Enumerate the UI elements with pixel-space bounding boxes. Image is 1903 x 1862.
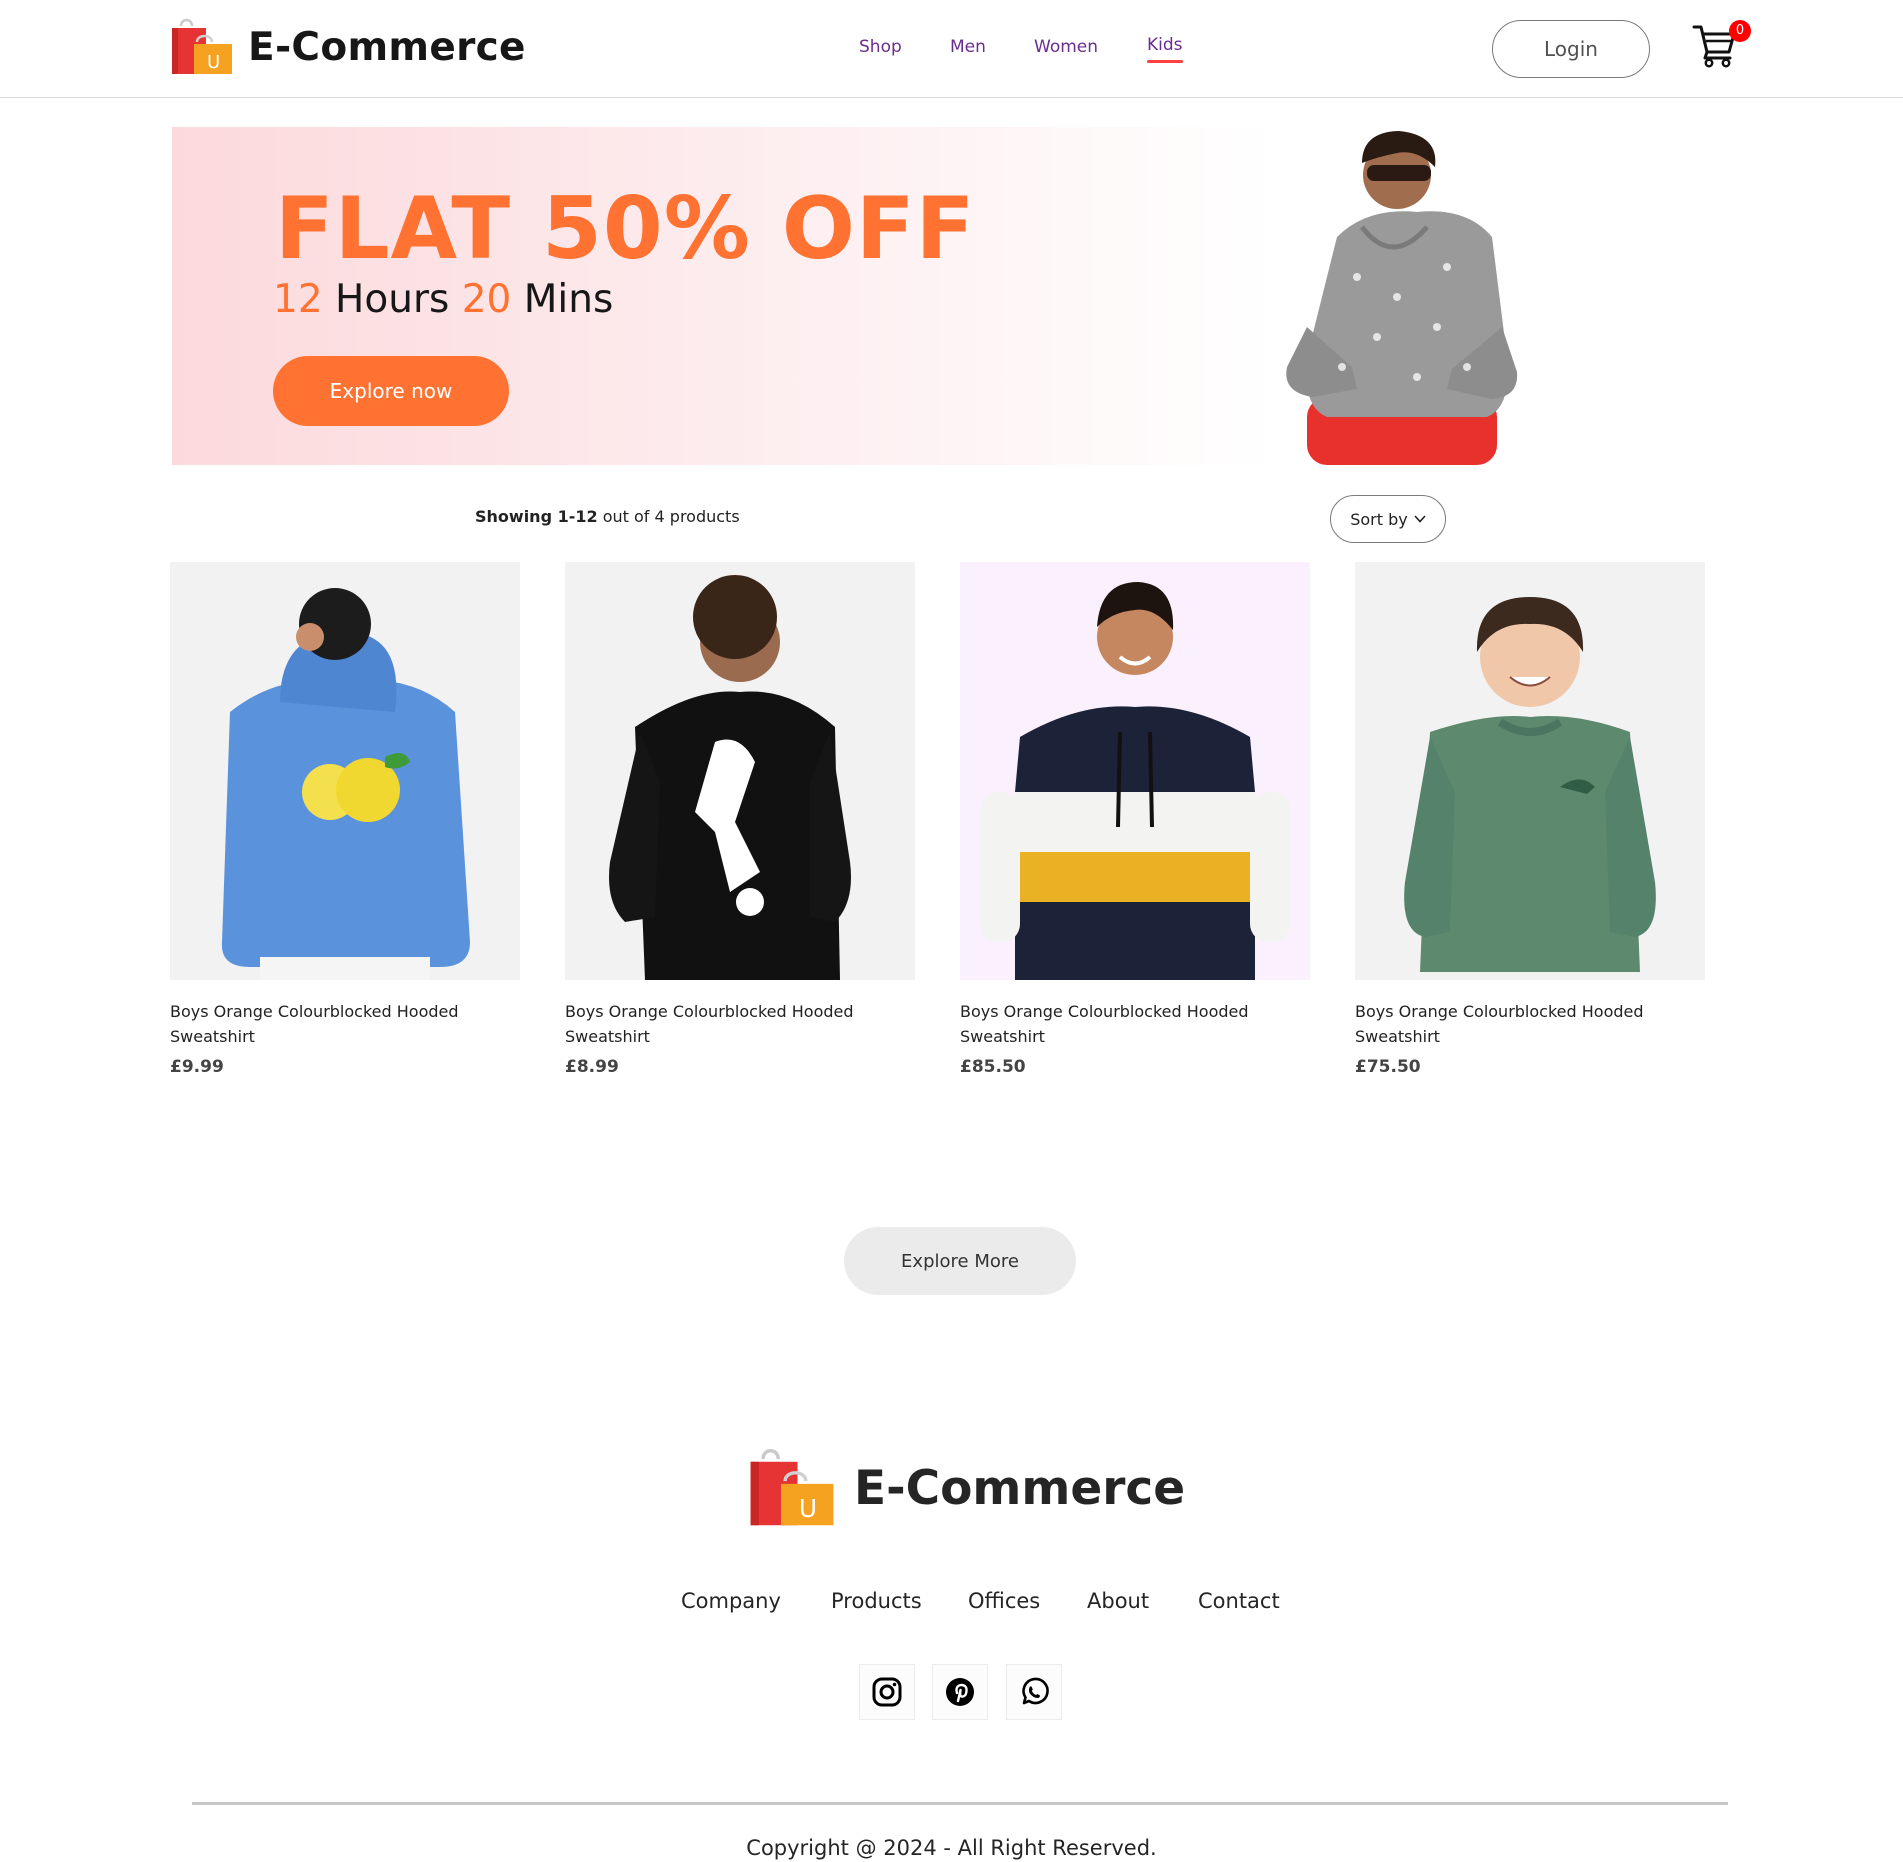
instagram-icon [872,1677,902,1707]
shopping-bag-icon: U [172,18,232,74]
product-price: £75.50 [1355,1057,1421,1077]
hero-model-image [1286,131,1518,465]
results-total: out of 4 products [602,507,740,526]
product-title: Boys Orange Colourblocked Hooded Sweatsh… [1355,1002,1644,1046]
copyright-text: Copyright @ 2024 - All Right Reserved. [746,1836,1157,1860]
explore-now-button[interactable]: Explore now [273,356,509,426]
countdown-hours: 12 [273,277,323,322]
product-image [170,562,520,980]
bag-letter: U [207,52,220,73]
cart-button[interactable]: 0 [1692,20,1751,70]
product-title: Boys Orange Colourblocked Hooded Sweatsh… [170,1002,459,1046]
footer-link-company[interactable]: Company [681,1589,781,1613]
product-title: Boys Orange Colourblocked Hooded Sweatsh… [960,1002,1249,1046]
countdown-hours-label: Hours [335,277,450,322]
footer-link-contact[interactable]: Contact [1198,1589,1280,1613]
nav-item-women[interactable]: Women [1034,37,1098,57]
hero-countdown: 12 Hours 20 Mins [273,277,613,322]
sort-dropdown[interactable]: Sort by [1330,495,1446,543]
pinterest-icon [946,1678,974,1706]
product-card[interactable]: Boys Orange Colourblocked Hooded Sweatsh… [960,562,1310,1082]
footer-brand-logo[interactable]: U E-Commerce [750,1448,1185,1528]
chevron-down-icon [1414,515,1426,523]
footer-nav: Company Products Offices About Contact [0,1589,1903,1619]
nav-item-kids-label: Kids [1147,35,1183,55]
nav-item-shop[interactable]: Shop [859,37,902,57]
footer-link-offices[interactable]: Offices [968,1589,1040,1613]
site-header: U E-Commerce Shop Men Women Kids Login 0 [0,0,1903,98]
cart-count-badge: 0 [1729,20,1751,42]
product-grid: Boys Orange Colourblocked Hooded Sweatsh… [170,562,1710,1082]
active-underline [1147,60,1183,63]
footer-link-products[interactable]: Products [831,1589,922,1613]
product-price: £85.50 [960,1057,1026,1077]
pinterest-button[interactable] [932,1664,988,1720]
product-title: Boys Orange Colourblocked Hooded Sweatsh… [565,1002,854,1046]
nav-item-kids[interactable]: Kids [1147,35,1183,63]
shopping-bag-icon: U [750,1449,834,1526]
product-card[interactable]: Boys Orange Colourblocked Hooded Sweatsh… [170,562,520,1082]
product-image [960,562,1310,980]
login-button[interactable]: Login [1492,20,1650,78]
hero-banner: FLAT 50% OFF 12 Hours 20 Mins Explore no… [172,127,1748,465]
explore-more-button[interactable]: Explore More [844,1227,1076,1295]
product-image [565,562,915,980]
countdown-mins: 20 [461,277,512,322]
brand-logo[interactable]: U E-Commerce [172,18,526,76]
bag-letter: U [799,1494,817,1523]
results-count: Showing 1-12 out of 4 products [475,507,740,526]
product-price: £9.99 [170,1057,224,1077]
nav-item-men[interactable]: Men [950,37,986,57]
instagram-button[interactable] [859,1664,915,1720]
footer-link-about[interactable]: About [1087,1589,1149,1613]
results-range: Showing 1-12 [475,507,598,526]
hero-headline: FLAT 50% OFF [275,179,976,279]
product-card[interactable]: Boys Orange Colourblocked Hooded Sweatsh… [565,562,915,1082]
product-price: £8.99 [565,1057,619,1077]
footer-divider [192,1802,1728,1805]
sort-label: Sort by [1350,509,1408,529]
product-image [1355,562,1705,980]
countdown-mins-label: Mins [523,277,614,322]
product-card[interactable]: Boys Orange Colourblocked Hooded Sweatsh… [1355,562,1705,1082]
footer-brand-name: E-Commerce [854,1460,1186,1516]
whatsapp-icon [1022,1677,1049,1705]
whatsapp-button[interactable] [1006,1664,1062,1720]
brand-name: E-Commerce [248,24,526,70]
